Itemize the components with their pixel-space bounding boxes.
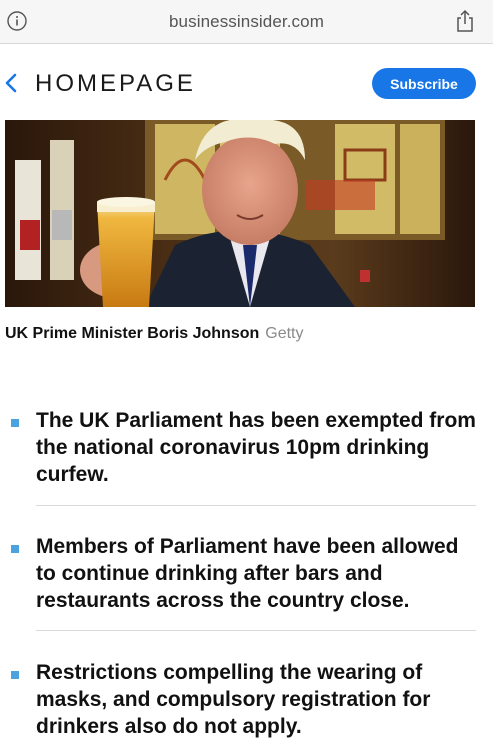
bullet-marker [11,671,19,679]
hero-photo [5,120,475,307]
browser-url-bar[interactable]: businessinsider.com [0,0,493,44]
bullet-marker [11,545,19,553]
share-icon[interactable] [455,9,475,33]
image-caption: UK Prime Minister Boris Johnson Getty [5,324,304,344]
divider [36,630,476,631]
homepage-link[interactable]: HOMEPAGE [35,70,196,98]
bullet-marker [11,419,19,427]
hero-image [5,120,475,307]
divider [36,505,476,506]
bullet-text: Restrictions compelling the wearing of m… [36,661,431,738]
bullet-text: Members of Parliament have been allowed … [36,535,459,612]
bullet-text: The UK Parliament has been exempted from… [36,409,476,486]
site-header: HOMEPAGE Subscribe [0,44,493,120]
subscribe-button[interactable]: Subscribe [372,68,476,99]
photo-credit: Getty [265,325,304,342]
url-text[interactable]: businessinsider.com [0,12,493,32]
chevron-left-icon[interactable] [4,73,18,93]
caption-text: UK Prime Minister Boris Johnson [5,325,260,342]
